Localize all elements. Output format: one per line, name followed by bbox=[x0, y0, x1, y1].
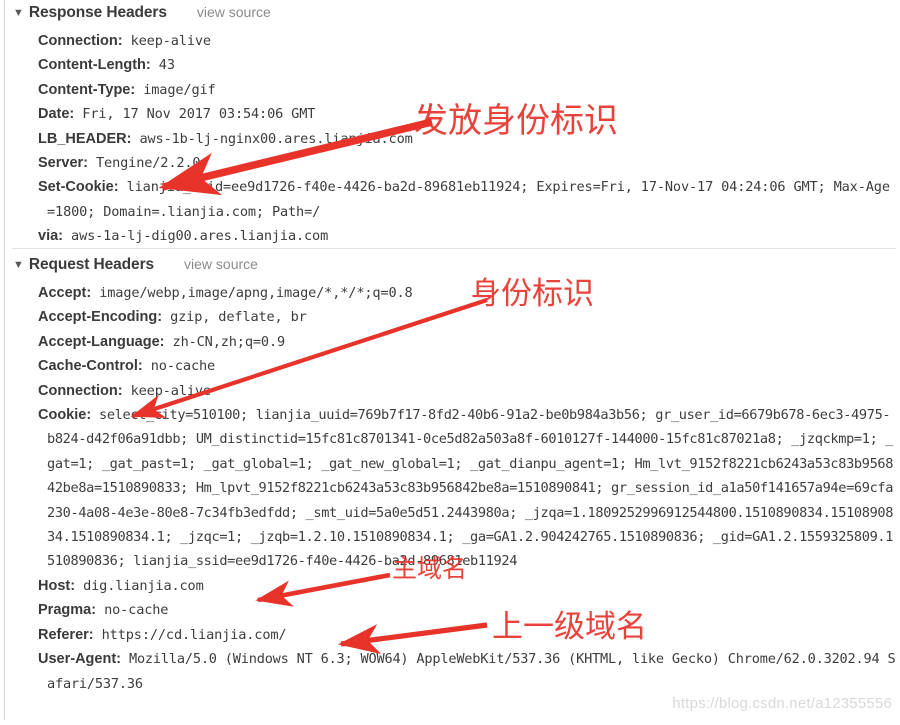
header-value[interactable]: keep-alive bbox=[123, 33, 212, 49]
header-name: Server: bbox=[38, 155, 88, 172]
header-value[interactable]: keep-alive bbox=[123, 383, 212, 399]
header-row-via: via: aws-1a-lj-dig00.ares.lianjia.com bbox=[38, 224, 896, 248]
header-row-accept-language: Accept-Language: zh-CN,zh;q=0.9 bbox=[38, 330, 896, 354]
header-row-pragma: Pragma: no-cache bbox=[38, 598, 896, 622]
watermark: https://blog.csdn.net/a12355556 bbox=[672, 695, 892, 712]
header-name: LB_HEADER: bbox=[38, 130, 132, 147]
header-row-user-agent: User-Agent: Mozilla/5.0 (Windows NT 6.3;… bbox=[38, 647, 896, 696]
header-name: Accept-Encoding: bbox=[38, 309, 163, 326]
header-row-host: Host: dig.lianjia.com bbox=[38, 574, 896, 598]
header-row-server: Server: Tengine/2.2.0 bbox=[38, 151, 896, 175]
header-name: Accept: bbox=[38, 285, 92, 301]
header-row-set-cookie: Set-Cookie: lianjia_ssid=ee9d1726-f40e-4… bbox=[38, 175, 896, 224]
header-name: Connection: bbox=[38, 33, 123, 49]
header-name: Content-Length: bbox=[38, 57, 151, 74]
header-row-content-length: Content-Length: 43 bbox=[38, 53, 896, 77]
header-name: Referer: bbox=[38, 626, 94, 643]
header-value[interactable]: Mozilla/5.0 (Windows NT 6.3; WOW64) Appl… bbox=[47, 651, 896, 691]
header-value[interactable]: no-cache bbox=[96, 602, 168, 618]
header-name: Date: bbox=[38, 106, 75, 123]
header-name: Set-Cookie: bbox=[38, 179, 119, 196]
header-value[interactable]: aws-1a-lj-dig00.ares.lianjia.com bbox=[63, 228, 328, 244]
request-headers-header-row[interactable]: ▼ Request Headers view source bbox=[12, 256, 896, 278]
response-headers-header-row[interactable]: ▼ Response Headers view source bbox=[12, 4, 896, 26]
header-value[interactable]: lianjia_ssid=ee9d1726-f40e-4426-ba2d-896… bbox=[47, 179, 890, 219]
request-headers-list: Accept: image/webp,image/apng,image/*,*/… bbox=[12, 281, 896, 696]
request-view-source-link[interactable]: view source bbox=[184, 256, 258, 272]
response-view-source-link[interactable]: view source bbox=[197, 4, 271, 20]
header-name: User-Agent: bbox=[38, 651, 121, 668]
header-name: Content-Type: bbox=[38, 81, 136, 98]
section-divider bbox=[12, 248, 896, 249]
header-value[interactable]: Fri, 17 Nov 2017 03:54:06 GMT bbox=[74, 106, 315, 122]
header-name: via: bbox=[38, 228, 63, 245]
header-row-cache-control: Cache-Control: no-cache bbox=[38, 354, 896, 378]
header-name: Cache-Control: bbox=[38, 358, 143, 375]
header-name: Connection: bbox=[38, 382, 123, 399]
request-headers-title: Request Headers bbox=[28, 256, 155, 273]
header-name: Host: bbox=[38, 577, 76, 594]
header-value[interactable]: 43 bbox=[151, 57, 175, 73]
network-headers-panel: ▼ Response Headers view source Connectio… bbox=[0, 0, 900, 720]
header-value[interactable]: no-cache bbox=[143, 358, 215, 374]
header-row-lb_header: LB_HEADER: aws-1b-lj-nginx00.ares.lianji… bbox=[38, 127, 896, 151]
collapse-triangle-icon[interactable]: ▼ bbox=[13, 260, 24, 271]
header-value[interactable]: zh-CN,zh;q=0.9 bbox=[165, 334, 286, 350]
header-name: Cookie: bbox=[38, 407, 92, 424]
header-value[interactable]: dig.lianjia.com bbox=[75, 578, 204, 594]
header-row-referer: Referer: https://cd.lianjia.com/ bbox=[38, 623, 896, 647]
header-name: Pragma: bbox=[38, 602, 97, 619]
header-value[interactable]: https://cd.lianjia.com/ bbox=[94, 627, 287, 643]
header-value[interactable]: Tengine/2.2.0 bbox=[88, 155, 201, 171]
collapse-triangle-icon[interactable]: ▼ bbox=[13, 8, 24, 19]
section-request-headers: ▼ Request Headers view source Accept: im… bbox=[12, 256, 896, 696]
header-value[interactable]: gzip, deflate, br bbox=[162, 309, 307, 325]
header-row-connection: Connection: keep-alive bbox=[38, 379, 896, 403]
header-value[interactable]: image/webp,image/apng,image/*,*/*;q=0.8 bbox=[91, 285, 412, 301]
header-row-date: Date: Fri, 17 Nov 2017 03:54:06 GMT bbox=[38, 102, 896, 126]
header-value[interactable]: image/gif bbox=[135, 82, 215, 98]
header-name: Accept-Language: bbox=[38, 333, 165, 350]
header-row-accept: Accept: image/webp,image/apng,image/*,*/… bbox=[38, 281, 896, 305]
header-row-connection: Connection: keep-alive bbox=[38, 29, 896, 53]
header-value[interactable]: select_city=510100; lianjia_uuid=769b7f1… bbox=[47, 407, 893, 569]
header-value[interactable]: aws-1b-lj-nginx00.ares.lianjia.com bbox=[131, 131, 412, 147]
response-headers-title: Response Headers bbox=[28, 4, 167, 21]
section-response-headers: ▼ Response Headers view source Connectio… bbox=[12, 4, 896, 249]
response-headers-list: Connection: keep-alive Content-Length: 43… bbox=[12, 29, 896, 249]
header-row-content-type: Content-Type: image/gif bbox=[38, 78, 896, 102]
header-row-accept-encoding: Accept-Encoding: gzip, deflate, br bbox=[38, 305, 896, 329]
header-row-cookie: Cookie: select_city=510100; lianjia_uuid… bbox=[38, 403, 896, 574]
panel-left-rule bbox=[4, 0, 5, 720]
